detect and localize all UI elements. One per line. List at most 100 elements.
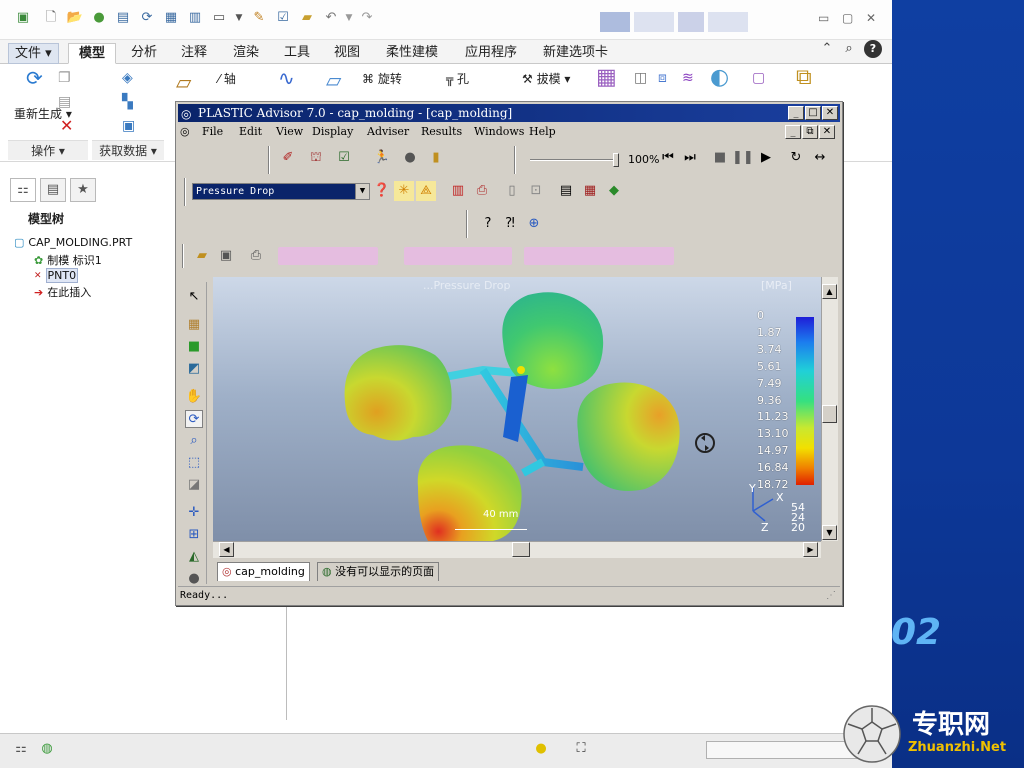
save-file-icon[interactable]: ▣: [216, 246, 236, 266]
doctab-cap-molding[interactable]: ◎ cap_molding: [217, 562, 310, 581]
open-folder-icon[interactable]: 📂: [66, 9, 84, 27]
restore-icon[interactable]: ▢: [842, 11, 853, 25]
folder-browser-tab-icon[interactable]: ▤: [40, 178, 66, 202]
tab-applications[interactable]: 应用程序: [465, 43, 517, 64]
vertical-scrollbar[interactable]: ▲ ▼: [821, 277, 838, 541]
print-result-icon[interactable]: ⎙: [472, 181, 492, 201]
run-analysis-icon[interactable]: 🏃: [372, 148, 392, 168]
checklist-icon[interactable]: ☑: [274, 9, 292, 27]
menu-adviser[interactable]: Adviser: [367, 125, 409, 138]
result-viewport[interactable]: ...Pressure Drop [MPa] 0 1.87 3.74 5.61 7.49…: [213, 277, 821, 541]
clip-plane-icon[interactable]: ▯: [502, 181, 522, 201]
undo-dropdown-icon[interactable]: ▼: [340, 9, 358, 27]
tree-node-mold[interactable]: ✿ 制模 标识1: [34, 252, 102, 268]
browser-icon[interactable]: ◍: [38, 740, 56, 758]
scroll-down-icon[interactable]: ▼: [822, 525, 837, 540]
tab-file[interactable]: 文件 ▾: [8, 43, 59, 64]
windows-icon[interactable]: ▦: [162, 9, 180, 27]
doctab-no-page[interactable]: ◍ 没有可以显示的页面: [317, 562, 440, 581]
plane-icon[interactable]: ▱: [176, 72, 191, 92]
rotate-icon[interactable]: ⟳: [185, 410, 203, 428]
filter-icon[interactable]: ⛶: [572, 740, 590, 758]
help-icon[interactable]: ?: [864, 40, 882, 58]
edit-icon[interactable]: ✎: [250, 9, 268, 27]
lock-icon[interactable]: ⊡: [526, 181, 546, 201]
step-back-icon[interactable]: ⏮: [658, 148, 678, 168]
pause-icon[interactable]: ❚❚: [732, 148, 754, 168]
paste-icon[interactable]: ▤: [58, 94, 71, 110]
tab-annotate[interactable]: 注释: [181, 43, 207, 64]
axis-view-icon[interactable]: ◭: [185, 548, 203, 566]
tab-analysis[interactable]: 分析: [131, 43, 157, 64]
weld-lines-icon[interactable]: ⟁: [416, 181, 436, 201]
tree-node-part[interactable]: ▢ CAP_MOLDING.PRT: [14, 236, 132, 249]
zoom-window-icon[interactable]: ⬚: [185, 454, 203, 472]
revolve-button[interactable]: ⌘ 旋转: [362, 70, 402, 87]
material-icon[interactable]: ⛫: [306, 148, 326, 168]
context-help-icon[interactable]: ⁈: [500, 214, 520, 234]
group-get-data[interactable]: 获取数据 ▾: [92, 140, 164, 160]
pa-close-icon[interactable]: ✕: [822, 106, 838, 120]
menu-windows[interactable]: Windows: [474, 125, 524, 138]
scroll-left-icon[interactable]: ◀: [219, 542, 234, 557]
shrinkwrap-icon[interactable]: ▣: [122, 118, 135, 134]
result-select-arrow-icon[interactable]: ▼: [355, 184, 369, 199]
style-surface-icon[interactable]: ◐: [710, 67, 729, 89]
window-switch-icon[interactable]: ▭: [210, 9, 228, 27]
tree-toggle-icon[interactable]: ⚏: [12, 740, 30, 758]
collapse-ribbon-icon[interactable]: ⌃: [818, 40, 836, 58]
pa-minimize-icon[interactable]: _: [788, 106, 804, 120]
favorites-tab-icon[interactable]: ★: [70, 178, 96, 202]
pick-injection-icon[interactable]: ✐: [278, 148, 298, 168]
component-icon[interactable]: ⧉: [796, 67, 812, 89]
shade-icon[interactable]: ◪: [185, 476, 203, 494]
doc-restore-icon[interactable]: ⧉: [802, 125, 818, 139]
undo-icon[interactable]: ↶: [322, 9, 340, 27]
menu-edit[interactable]: Edit: [239, 125, 262, 138]
folder-icon[interactable]: ▰: [298, 9, 316, 27]
tab-tools[interactable]: 工具: [284, 43, 310, 64]
sphere-icon[interactable]: ●: [90, 9, 108, 27]
tab-new-tab[interactable]: 新建选项卡: [543, 43, 608, 64]
analysis-wizard-icon[interactable]: ☑: [334, 148, 354, 168]
open-icon[interactable]: ▰: [192, 246, 212, 266]
pa-title-bar[interactable]: ◎ PLASTIC Advisor 7.0 - cap_molding - [c…: [178, 104, 840, 122]
regenerate-icon[interactable]: ⟳: [26, 68, 43, 88]
regenerate-small-icon[interactable]: ⟳: [138, 9, 156, 27]
animation-slider-track[interactable]: [530, 159, 618, 161]
loop-icon[interactable]: ↻: [786, 148, 806, 168]
play-icon[interactable]: ▶: [756, 148, 776, 168]
help-question-icon[interactable]: ?: [478, 214, 498, 234]
save-icon[interactable]: ▤: [114, 9, 132, 27]
horizontal-scrollbar[interactable]: ◀ ▶: [213, 541, 821, 558]
hole-button[interactable]: ╦ 孔: [446, 70, 469, 87]
ruler-icon[interactable]: ▦: [185, 316, 203, 334]
menu-file[interactable]: File: [202, 125, 223, 138]
extrude-icon[interactable]: ▱: [326, 70, 341, 90]
axis-button[interactable]: ⁄ 轴: [218, 70, 236, 87]
draft-button[interactable]: ⚒ 拔模 ▾: [522, 70, 570, 87]
new-file-icon[interactable]: 🗋: [42, 9, 60, 27]
search-icon[interactable]: ⌕: [840, 40, 858, 58]
select-arrow-icon[interactable]: ↖: [185, 288, 203, 306]
pattern-icon[interactable]: ▦: [596, 67, 617, 89]
stop-analysis-icon[interactable]: ●: [400, 148, 420, 168]
horizontal-scroll-thumb[interactable]: [512, 542, 530, 557]
scroll-right-icon[interactable]: ▶: [803, 542, 818, 557]
mirror-icon[interactable]: ◫: [634, 70, 647, 86]
boundary-icon[interactable]: ≋: [682, 70, 694, 86]
vertical-scroll-thumb[interactable]: [822, 405, 837, 423]
doc-minimize-icon[interactable]: _: [785, 125, 801, 139]
menu-display[interactable]: Display: [312, 125, 353, 138]
tab-view[interactable]: 视图: [334, 43, 360, 64]
tab-model[interactable]: 模型: [68, 43, 117, 64]
stop-icon[interactable]: ■: [710, 148, 730, 168]
result-select[interactable]: Pressure Drop ▼: [192, 183, 370, 200]
scroll-up-icon[interactable]: ▲: [822, 284, 837, 299]
user-feature-icon[interactable]: ◈: [122, 70, 133, 86]
bounce-icon[interactable]: ↔: [810, 148, 830, 168]
book-icon[interactable]: ◆: [604, 181, 624, 201]
menu-help[interactable]: Help: [529, 125, 556, 138]
sketch-curve-icon[interactable]: ∿: [278, 68, 295, 88]
trim-icon[interactable]: ⧈: [658, 70, 667, 86]
